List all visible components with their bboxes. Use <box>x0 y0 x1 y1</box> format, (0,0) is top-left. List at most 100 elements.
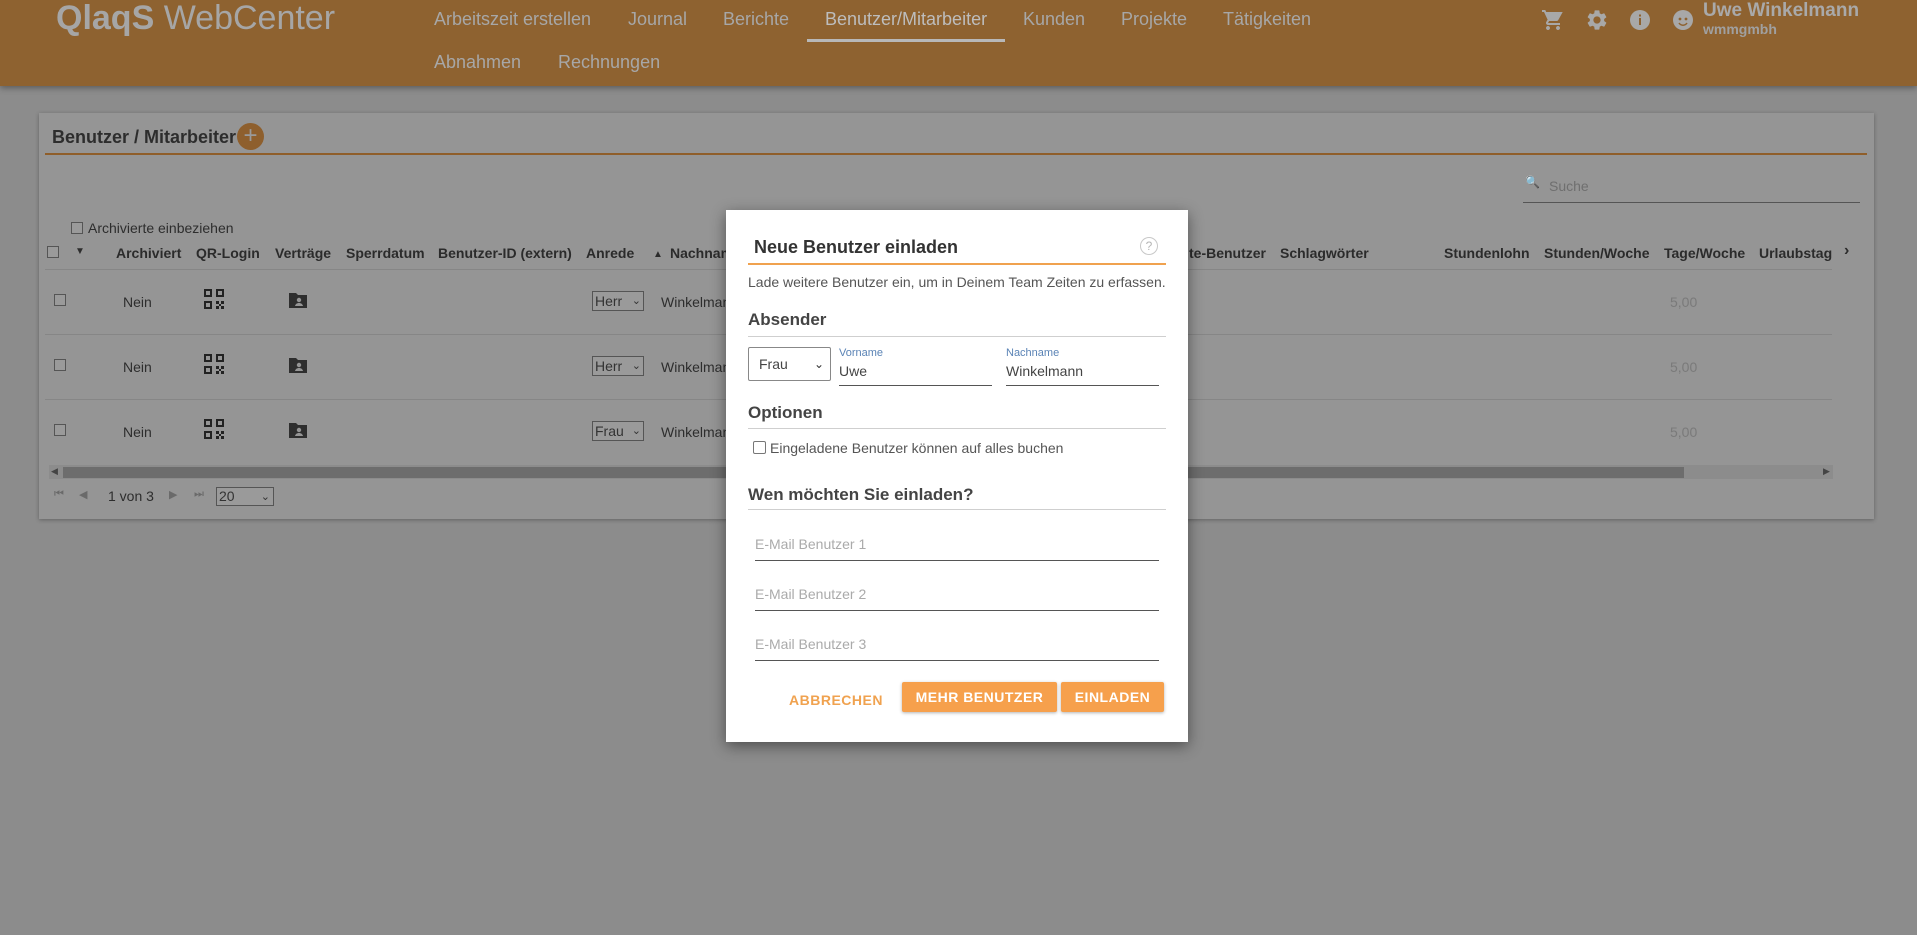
col-urlaubstage[interactable]: Urlaubstag <box>1759 245 1832 261</box>
email-1-underline <box>755 560 1159 561</box>
logo-product: WebCenter <box>154 0 336 37</box>
cell-archiviert: Nein <box>123 359 152 375</box>
col-anrede[interactable]: Anrede <box>586 245 634 261</box>
row-checkbox[interactable] <box>54 424 66 436</box>
gear-icon[interactable] <box>1583 6 1611 34</box>
chevron-down-icon: ⌄ <box>631 425 641 437</box>
first-page-icon[interactable]: ⏮ <box>54 488 64 501</box>
qr-code-icon[interactable] <box>204 419 224 442</box>
prev-page-icon[interactable]: ◀ <box>79 488 87 501</box>
sender-divider <box>748 336 1166 337</box>
cell-tage-woche: 5,00 <box>1670 294 1698 310</box>
col-gaeste-benutzer[interactable]: te-Benutzer <box>1189 245 1266 261</box>
page-size-value: 20 <box>219 488 235 504</box>
col-nachname[interactable]: Nachnam <box>670 245 733 261</box>
col-qr-login[interactable]: QR-Login <box>196 245 260 261</box>
col-schlagwoerter[interactable]: Schlagwörter <box>1280 245 1369 261</box>
col-archiviert[interactable]: Archiviert <box>116 245 181 261</box>
qr-code-icon[interactable] <box>204 354 224 377</box>
cell-nachname: Winkelman <box>661 424 731 440</box>
nav-rechnungen[interactable]: Rechnungen <box>558 51 660 73</box>
chevron-down-icon[interactable]: ▼ <box>75 244 85 260</box>
nav-benutzer-mitarbeiter[interactable]: Benutzer/Mitarbeiter <box>825 8 987 30</box>
scroll-right-icon[interactable]: › <box>1844 243 1849 259</box>
salutation-select[interactable]: Frau ⌄ <box>592 421 644 441</box>
salutation-value: Frau <box>595 423 624 439</box>
lastname-label: Nachname <box>1006 347 1060 359</box>
email-field-1[interactable]: E-Mail Benutzer 1 <box>755 536 866 552</box>
col-vertraege[interactable]: Verträge <box>275 245 331 261</box>
scroll-right-arrow-icon[interactable]: ▶ <box>1823 466 1830 477</box>
user-avatar-icon[interactable] <box>1669 6 1697 34</box>
page-size-select[interactable]: 20 ⌄ <box>216 487 274 506</box>
chevron-down-icon: ⌄ <box>813 357 824 371</box>
search-underline <box>1523 202 1860 203</box>
contract-folder-icon[interactable] <box>287 421 309 442</box>
cancel-button[interactable]: ABBRECHEN <box>789 692 883 708</box>
invite-button[interactable]: EINLADEN <box>1061 682 1164 712</box>
col-tage-woche[interactable]: Tage/Woche <box>1664 245 1745 261</box>
nav-arbeitszeit-erstellen[interactable]: Arbeitszeit erstellen <box>434 8 591 30</box>
page-indicator: 1 von 3 <box>108 488 154 504</box>
lastname-underline <box>1006 385 1159 386</box>
qr-code-icon[interactable] <box>204 289 224 312</box>
cell-tage-woche: 5,00 <box>1670 359 1698 375</box>
email-field-2[interactable]: E-Mail Benutzer 2 <box>755 586 866 602</box>
contract-folder-icon[interactable] <box>287 291 309 312</box>
lastname-field[interactable]: Winkelmann <box>1006 363 1083 379</box>
salutation-select[interactable]: Frau ⌄ <box>748 347 831 381</box>
last-page-icon[interactable]: ⏭ <box>194 488 204 501</box>
chevron-down-icon: ⌄ <box>631 360 641 372</box>
search-input[interactable]: Suche <box>1549 178 1589 194</box>
contract-folder-icon[interactable] <box>287 356 309 377</box>
book-everything-label: Eingeladene Benutzer können auf alles bu… <box>770 440 1064 456</box>
active-nav-indicator <box>807 39 1005 42</box>
sort-asc-icon: ▲ <box>653 249 663 260</box>
include-archived-label: Archivierte einbeziehen <box>88 220 234 236</box>
add-user-button[interactable]: + <box>237 123 264 150</box>
invite-divider <box>748 509 1166 510</box>
nav-berichte[interactable]: Berichte <box>723 8 789 30</box>
invite-users-dialog: Neue Benutzer einladen ? Lade weitere Be… <box>726 210 1188 742</box>
book-everything-checkbox[interactable] <box>753 441 766 454</box>
help-icon[interactable]: ? <box>1140 237 1158 255</box>
panel-title: Benutzer / Mitarbeiter <box>52 127 237 147</box>
info-icon[interactable] <box>1626 6 1654 34</box>
nav-projekte[interactable]: Projekte <box>1121 8 1187 30</box>
cell-tage-woche: 5,00 <box>1670 424 1698 440</box>
next-page-icon[interactable]: ▶ <box>169 488 177 501</box>
salutation-select[interactable]: Herr ⌄ <box>592 356 644 376</box>
title-divider <box>748 263 1166 265</box>
col-stundenlohn[interactable]: Stundenlohn <box>1444 245 1530 261</box>
col-stunden-woche[interactable]: Stunden/Woche <box>1544 245 1650 261</box>
chevron-down-icon: ⌄ <box>260 491 270 503</box>
include-archived-checkbox[interactable] <box>71 222 83 234</box>
firstname-label: Vorname <box>839 347 884 359</box>
cell-archiviert: Nein <box>123 424 152 440</box>
scroll-left-arrow-icon[interactable]: ◀ <box>51 466 58 477</box>
row-checkbox[interactable] <box>54 294 66 306</box>
more-users-button[interactable]: MEHR BENUTZER <box>902 682 1057 712</box>
search-icon: 🔍 <box>1525 175 1540 189</box>
nav-journal[interactable]: Journal <box>628 8 687 30</box>
nav-kunden[interactable]: Kunden <box>1023 8 1085 30</box>
user-name[interactable]: Uwe Winkelmann <box>1703 0 1859 22</box>
salutation-select[interactable]: Herr ⌄ <box>592 291 644 311</box>
dialog-title: Neue Benutzer einladen <box>754 237 959 257</box>
col-benutzer-id[interactable]: Benutzer-ID (extern) <box>438 245 572 261</box>
salutation-value: Herr <box>595 293 623 309</box>
select-all-checkbox[interactable] <box>47 246 59 258</box>
col-sperrdatum[interactable]: Sperrdatum <box>346 245 425 261</box>
firstname-field[interactable]: Uwe <box>839 363 867 379</box>
nav-taetigkeiten[interactable]: Tätigkeiten <box>1223 8 1311 30</box>
firstname-underline <box>839 385 992 386</box>
top-header: QlaqS WebCenter Arbeitszeit erstellen Jo… <box>0 0 1917 86</box>
cart-icon[interactable] <box>1539 6 1567 34</box>
cell-archiviert: Nein <box>123 294 152 310</box>
nav-abnahmen[interactable]: Abnahmen <box>434 51 521 73</box>
email-field-3[interactable]: E-Mail Benutzer 3 <box>755 636 866 652</box>
chevron-down-icon: ⌄ <box>631 295 641 307</box>
invite-section-title: Wen möchten Sie einladen? <box>748 485 974 504</box>
app-logo[interactable]: QlaqS WebCenter <box>56 0 335 36</box>
row-checkbox[interactable] <box>54 359 66 371</box>
